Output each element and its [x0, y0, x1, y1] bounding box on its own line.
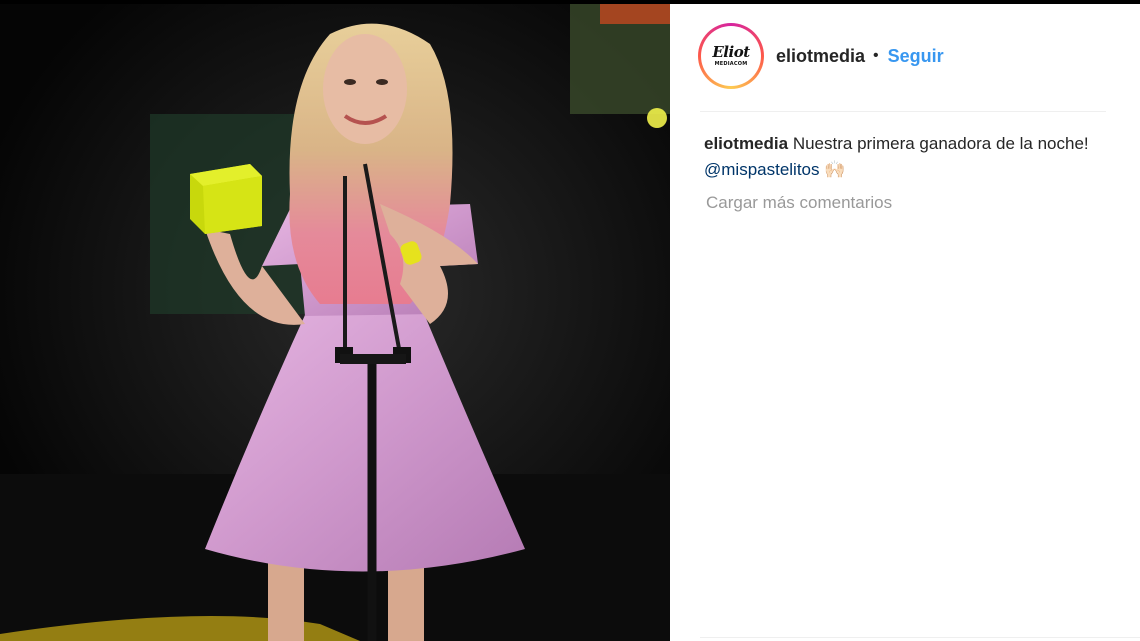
logo-subtext: MEDIACOM [714, 61, 748, 67]
logo-text: Eliot [712, 43, 750, 61]
header-username[interactable]: eliotmedia [776, 46, 865, 67]
avatar[interactable]: Eliot MEDIACOM [698, 23, 764, 89]
avatar-inner: Eliot MEDIACOM [701, 26, 761, 86]
post-photo[interactable] [0, 4, 670, 641]
post-sidebar: Eliot MEDIACOM eliotmedia • Seguir eliot… [670, 4, 1140, 641]
brand-logo: Eliot MEDIACOM [704, 29, 758, 83]
caption-username[interactable]: eliotmedia [704, 134, 788, 153]
load-more-comments-button[interactable]: Cargar más comentarios [706, 193, 892, 213]
follow-button[interactable]: Seguir [888, 46, 944, 67]
caption-mention-link[interactable]: @mispastelitos [704, 160, 820, 179]
post-caption: eliotmedia Nuestra primera ganadora de l… [704, 131, 1104, 183]
stage-light [647, 108, 667, 128]
caption-text: Nuestra primera ganadora de la noche! [792, 134, 1089, 153]
header-divider [700, 111, 1106, 112]
raising-hands-emoji: 🙌🏻 [824, 160, 846, 179]
stage-photo-illustration [0, 4, 670, 641]
footer-divider [700, 637, 1140, 638]
separator-dot: • [873, 47, 879, 64]
post-header: Eliot MEDIACOM eliotmedia • Seguir [698, 22, 944, 90]
